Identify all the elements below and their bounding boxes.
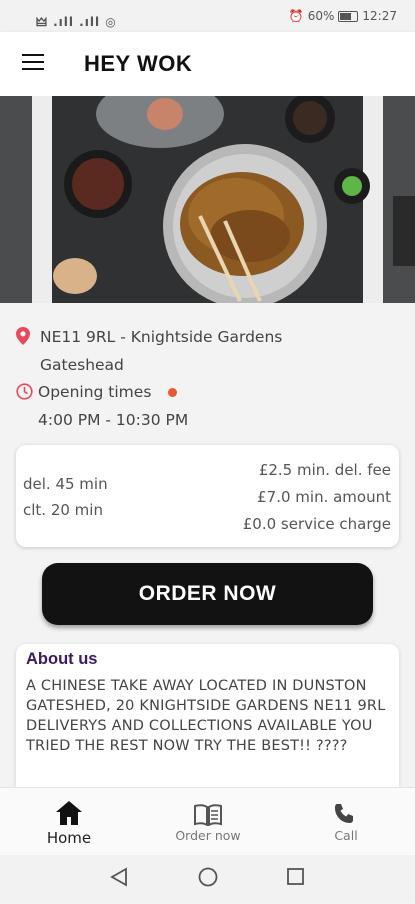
about-text: A CHINESE TAKE AWAY LOCATED IN DUNSTON G…	[26, 678, 386, 754]
home-icon	[56, 801, 82, 825]
service-charge: £0.0 service charge	[242, 515, 391, 533]
address-line-2: Gateshead	[40, 356, 124, 374]
bottom-navigation: Home Order now Call	[0, 787, 415, 856]
hamburger-menu-icon[interactable]	[22, 54, 44, 72]
clock-icon	[16, 383, 33, 400]
system-navigation-bar	[0, 855, 415, 900]
clock: 12:27	[362, 9, 397, 23]
about-us-card: About us A CHINESE TAKE AWAY LOCATED IN …	[16, 644, 399, 787]
app-header: HEY WOK	[0, 32, 415, 96]
address-line-1: NE11 9RL - Knightside Gardens	[40, 328, 283, 346]
nav-call[interactable]: Call	[286, 788, 406, 856]
nav-home-label: Home	[46, 829, 92, 847]
collection-time: clt. 20 min	[23, 501, 103, 519]
order-now-button[interactable]: ORDER NOW	[42, 563, 373, 625]
menu-book-icon	[194, 804, 222, 826]
hero-food-image	[0, 96, 415, 303]
battery-percent: 60%	[307, 9, 335, 23]
status-right: ⏰ 60% 12:27	[289, 9, 397, 23]
status-bar: 🜲 .ıll .ıll ◎ ⏰ 60% 12:27	[0, 0, 415, 32]
min-order-amount: £7.0 min. amount	[257, 488, 391, 506]
status-dot	[168, 388, 177, 397]
nav-order-now[interactable]: Order now	[148, 788, 268, 856]
back-icon[interactable]	[110, 867, 127, 887]
opening-times-label: Opening times	[38, 383, 152, 401]
battery-icon	[338, 10, 359, 22]
nav-call-label: Call	[334, 828, 358, 843]
phone-icon	[335, 804, 353, 823]
nav-order-now-label: Order now	[175, 828, 241, 843]
recents-icon[interactable]	[287, 868, 304, 885]
location-pin-icon	[16, 327, 30, 345]
signal-icons: 🜲 .ıll .ıll ◎	[36, 15, 117, 29]
nav-home[interactable]: Home	[9, 788, 129, 856]
alarm-icon: ⏰	[288, 9, 304, 23]
about-heading: About us	[26, 650, 98, 668]
delivery-time: del. 45 min	[23, 475, 108, 493]
page-title: HEY WOK	[84, 51, 193, 76]
home-circle-icon[interactable]	[198, 867, 218, 887]
min-delivery-fee: £2.5 min. del. fee	[258, 461, 391, 479]
delivery-info-card: del. 45 min clt. 20 min £2.5 min. del. f…	[16, 445, 399, 547]
opening-hours: 4:00 PM - 10:30 PM	[38, 411, 189, 429]
